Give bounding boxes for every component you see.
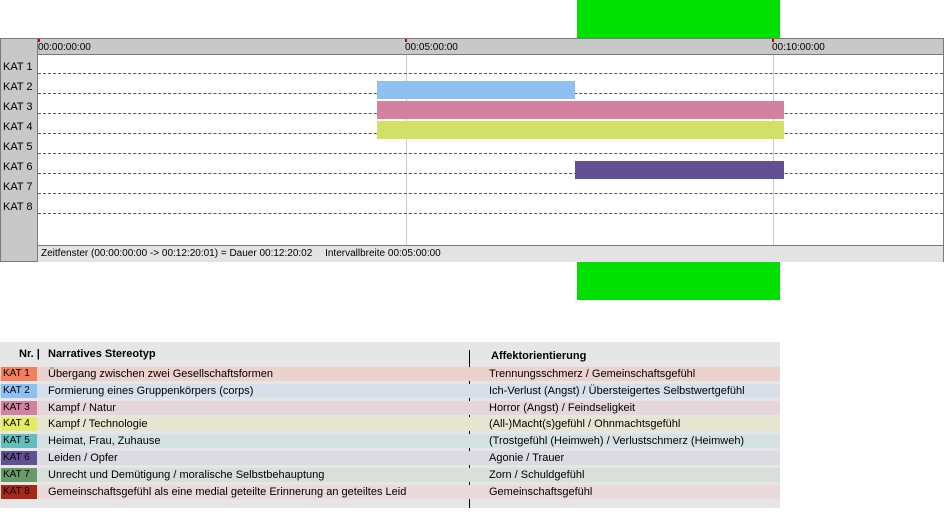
row-divider: [38, 153, 943, 154]
legend-stereotyp: Kampf / Technologie: [48, 418, 148, 431]
legend-swatch: KAT 4: [1, 417, 37, 432]
legend-row: KAT 1 Übergang zwischen zwei Gesellschaft…: [0, 367, 780, 381]
legend-affekt: Gemeinschaftsgefühl: [489, 485, 593, 498]
green-marker-bottom: [577, 262, 780, 300]
tick-mark-10min: [772, 39, 774, 42]
legend-stereotyp: Unrecht und Demütigung / moralische Selb…: [48, 468, 325, 481]
row-label-kat-7: KAT 7: [3, 181, 33, 193]
time-ruler: 00:00:00:00 00:05:00:00 00:10:00:00: [38, 39, 943, 55]
gridline-10min: [773, 55, 774, 245]
row-label-kat-4: KAT 4: [3, 121, 33, 133]
legend-row: KAT 5 Heimat, Frau, Zuhause (Trostgefühl (…: [0, 434, 780, 449]
legend-stereotyp: Übergang zwischen zwei Gesellschaftsform…: [48, 368, 273, 380]
legend-affekt: Ich-Verlust (Angst) / Übersteigertes Sel…: [489, 384, 745, 397]
legend-swatch: KAT 2: [1, 383, 37, 398]
status-window-text: Zeitfenster (00:00:00:00 -> 00:12:20:01)…: [41, 248, 313, 259]
legend-swatch: KAT 8: [1, 484, 37, 499]
tick-mark-5min: [405, 39, 407, 42]
legend-swatch: KAT 5: [1, 434, 37, 449]
legend-row: KAT 4 Kampf / Technologie (All-)Macht(s)ge…: [0, 417, 780, 432]
legend-swatch: KAT 6: [1, 451, 37, 465]
legend-stereotyp: Heimat, Frau, Zuhause: [48, 435, 161, 448]
legend-row: KAT 6 Leiden / Opfer Agonie / Trauer: [0, 451, 780, 465]
legend-header-stereotyp: Narratives Stereotyp: [48, 348, 156, 360]
timeline-panel: 00:00:00:00 00:05:00:00 00:10:00:00 KAT …: [0, 38, 944, 262]
row-divider: [38, 213, 943, 214]
green-marker-top: [577, 0, 780, 39]
row-label-kat-5: KAT 5: [3, 141, 33, 153]
legend-swatch: KAT 7: [1, 467, 37, 482]
legend-swatch: KAT 1: [1, 367, 37, 381]
legend-stereotyp: Leiden / Opfer: [48, 452, 118, 464]
segment-bar-kat-4: [377, 121, 784, 139]
tick-label-5min: 00:05:00:00: [405, 42, 458, 53]
row-label-kat-2: KAT 2: [3, 81, 33, 93]
row-label-kat-6: KAT 6: [3, 161, 33, 173]
legend-affekt: (All-)Macht(s)gefühl / Ohnmachtsgefühl: [489, 418, 681, 431]
row-divider: [38, 173, 943, 174]
legend-row: KAT 8 Gemeinschaftsgefühl als eine medial…: [0, 484, 780, 499]
segment-bar-kat-3: [377, 101, 784, 119]
row-label-kat-8: KAT 8: [3, 201, 33, 213]
tick-label-10min: 00:10:00:00: [772, 42, 825, 53]
legend-affekt: Zorn / Schuldgefühl: [489, 468, 585, 481]
row-label-kat-3: KAT 3: [3, 101, 33, 113]
legend-stereotyp: Formierung eines Gruppenkörpers (corps): [48, 384, 254, 397]
status-bar: Zeitfenster (00:00:00:00 -> 00:12:20:01)…: [38, 245, 943, 262]
legend-row: KAT 2 Formierung eines Gruppenkörpers (co…: [0, 383, 780, 398]
category-legend: Nr. | Narratives Stereotyp Affektorienti…: [0, 342, 780, 508]
segment-bar-kat-2: [377, 81, 575, 99]
legend-stereotyp: Gemeinschaftsgefühl als eine medial gete…: [48, 485, 407, 498]
legend-affekt: (Trostgefühl (Heimweh) / Verlustschmerz …: [489, 435, 745, 448]
legend-row: KAT 3 Kampf / Natur Horror (Angst) / Feind…: [0, 400, 780, 415]
row-divider: [38, 193, 943, 194]
tick-mark-0: [38, 39, 40, 42]
status-interval-text: Intervallbreite 00:05:00:00: [325, 248, 441, 259]
legend-header-affekt: Affektorientierung: [491, 350, 587, 362]
legend-header-nr: Nr. |: [19, 348, 40, 360]
segment-bar-kat-6: [575, 161, 784, 179]
legend-stereotyp: Kampf / Natur: [48, 401, 116, 414]
legend-swatch: KAT 3: [1, 400, 37, 415]
legend-affekt: Horror (Angst) / Feindseligkeit: [489, 401, 636, 414]
row-divider: [38, 73, 943, 74]
legend-affekt: Agonie / Trauer: [489, 452, 565, 464]
legend-row: KAT 7 Unrecht und Demütigung / moralische…: [0, 467, 780, 482]
tick-label-0: 00:00:00:00: [38, 42, 91, 53]
row-label-kat-1: KAT 1: [3, 61, 33, 73]
legend-affekt: Trennungsschmerz / Gemeinschaftsgefühl: [489, 368, 696, 380]
